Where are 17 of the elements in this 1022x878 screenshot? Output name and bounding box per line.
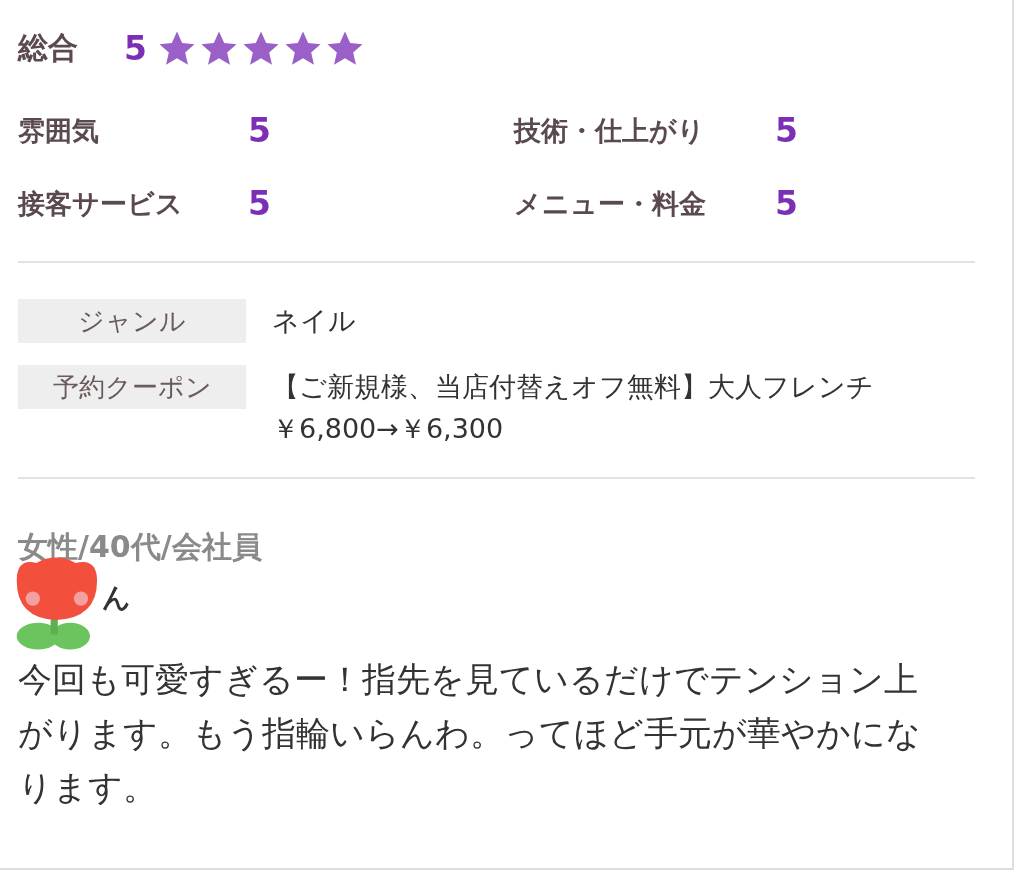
overall-label: 総合 [18, 29, 79, 67]
overall-score: 5 [124, 29, 147, 68]
review-text: 今回も可愛すぎるー！指先を見ているだけでテンション上がります。もう指輪いらんわ。ってほど手元が華やかになります。 [18, 658, 922, 809]
category-label: 雰囲気 [18, 113, 100, 148]
detail-value: ￥6,800→￥6,300 [272, 412, 505, 446]
category-score: 5 [775, 184, 799, 223]
category-label: 技術・仕上がり [514, 113, 706, 148]
category-score: 5 [248, 111, 272, 150]
category-label: メニュー・料金 [514, 186, 707, 221]
detail-value: 【ご新規様、当店付替えオフ無料】大人フレンチ [272, 370, 874, 404]
detail-value: ネイル [272, 304, 356, 338]
detail-label: 予約クーポン [18, 365, 246, 409]
category-score: 5 [775, 111, 799, 150]
reviewer-name: ん [102, 580, 131, 616]
detail-label: ジャンル [18, 299, 246, 343]
category-score: 5 [248, 184, 272, 223]
category-label: 接客サービス [18, 186, 184, 221]
